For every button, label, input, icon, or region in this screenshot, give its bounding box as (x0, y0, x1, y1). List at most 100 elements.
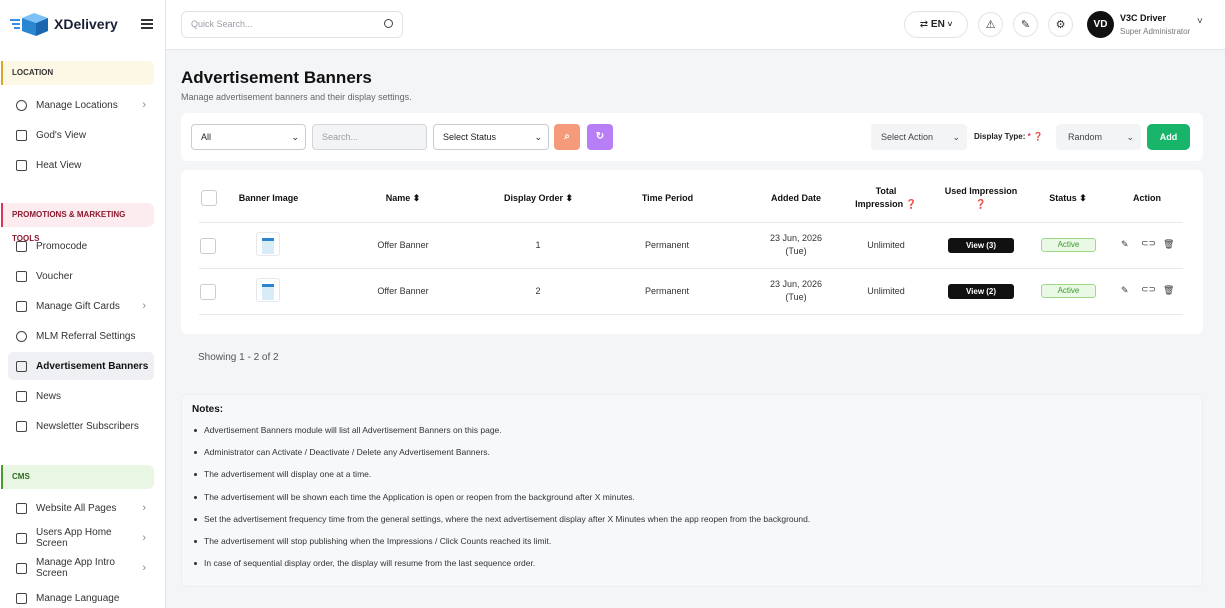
search-icon[interactable] (384, 19, 393, 28)
sidebar-item-label: MLM Referral Settings (36, 330, 136, 342)
th-status[interactable]: Status ⬍ (1033, 192, 1103, 205)
sidebar-item-heat-view[interactable]: Heat View (8, 151, 154, 179)
add-button[interactable]: Add (1147, 124, 1190, 150)
sidebar-item-label: News (36, 390, 62, 402)
chevron-down-icon[interactable]: ˅ (1197, 16, 1203, 27)
language-selector[interactable]: ⇄ EN ˅ (904, 11, 968, 38)
search-input[interactable]: Search... (312, 124, 427, 150)
top-bar: Quick Search... ⇄ EN ˅ ⚠ ✎ ⚙ VD V3C Driv… (166, 0, 1225, 50)
sidebar-item-voucher[interactable]: Voucher (8, 262, 154, 290)
required-asterisk: * (1027, 132, 1031, 141)
view-impressions-button[interactable]: View (2) (948, 284, 1014, 299)
translate-icon: ⇄ (919, 19, 929, 30)
sort-icon: ⬍ (412, 193, 421, 203)
language-code: EN (930, 19, 945, 30)
user-name[interactable]: V3C Driver (1120, 13, 1166, 23)
sidebar-item-manage-locations[interactable]: Manage Locations › (8, 91, 154, 119)
action-select[interactable]: Select Action ⌄ (871, 124, 967, 150)
sidebar-item-label: Manage Language (36, 592, 120, 604)
sidebar-item-label: Newsletter Subscribers (36, 420, 139, 432)
edit-icon[interactable]: ✎ (1121, 285, 1129, 296)
sidebar-item-label: God's View (36, 129, 87, 141)
browser-icon (16, 502, 27, 514)
chevron-down-icon: ˅ (947, 20, 953, 29)
search-placeholder: Search... (322, 132, 359, 142)
sidebar-item-app-intro[interactable]: Manage App Intro Screen › (8, 554, 154, 582)
display-type-select[interactable]: Random ⌄ (1056, 124, 1141, 150)
heat-map-icon (16, 159, 27, 171)
page-subtitle: Manage advertisement banners and their d… (181, 92, 412, 102)
sidebar-item-label: Voucher (36, 270, 73, 282)
chevron-right-icon: › (142, 532, 146, 544)
alert-icon[interactable]: ⚠ (978, 12, 1003, 37)
user-role: Super Administrator (1120, 27, 1191, 36)
sidebar-item-label: Manage App Intro Screen (36, 557, 115, 579)
th-used-impression: Used Impression ❓ (936, 185, 1026, 211)
category-select[interactable]: All ⌄ (191, 124, 306, 150)
cell-date: 23 Jun, 2026 (769, 279, 823, 289)
edit-icon[interactable]: ✎ (1121, 239, 1129, 250)
toggle-icon[interactable]: ⊂⊃ (1141, 238, 1156, 249)
sidebar-item-gods-view[interactable]: God's View (8, 121, 154, 149)
chevron-right-icon: › (142, 562, 146, 574)
reset-button[interactable]: ↻ (587, 124, 613, 150)
banner-thumbnail[interactable] (256, 278, 280, 302)
status-select[interactable]: Select Status ⌄ (433, 124, 549, 150)
action-select-value: Select Action (881, 132, 934, 142)
note-item: The advertisement will display one at a … (193, 469, 372, 479)
search-button[interactable]: ⌕ (554, 124, 580, 150)
app-logo[interactable]: XDelivery (10, 12, 118, 36)
th-total-impression-line2: Impression (855, 199, 904, 209)
th-display-order[interactable]: Display Order ⬍ (481, 192, 596, 205)
sidebar-item-newsletter-subscribers[interactable]: Newsletter Subscribers (8, 412, 154, 440)
user-avatar[interactable]: VD (1087, 11, 1114, 38)
status-badge: Active (1041, 284, 1096, 298)
help-icon[interactable]: ❓ (906, 199, 917, 209)
category-select-value: All (201, 132, 212, 142)
banners-table: Banner Image Name ⬍ Display Order ⬍ Time… (181, 170, 1203, 334)
cell-day: (Tue) (785, 246, 807, 256)
sidebar-item-label: Promocode (36, 240, 88, 252)
delete-icon[interactable]: 🗑 (1163, 239, 1174, 250)
cell-total-impression: Unlimited (867, 286, 905, 296)
edit-notes-icon[interactable]: ✎ (1013, 12, 1038, 37)
hamburger-menu-icon[interactable] (141, 19, 153, 29)
cell-name: Offer Banner (377, 286, 429, 296)
settings-icon[interactable]: ⚙ (1048, 12, 1073, 37)
row-checkbox[interactable] (200, 284, 216, 300)
cell-date: 23 Jun, 2026 (769, 233, 823, 243)
th-total-impression-line1: Total (875, 186, 897, 196)
help-icon[interactable]: ❓ (1033, 132, 1043, 141)
sidebar-item-promocode[interactable]: Promocode (8, 232, 154, 260)
language-icon (16, 592, 27, 604)
chevron-right-icon: › (142, 99, 146, 111)
th-total-impression: Total Impression ❓ (846, 185, 926, 211)
select-all-checkbox[interactable] (201, 190, 217, 206)
banner-thumbnail[interactable] (256, 232, 280, 256)
quick-search-input[interactable]: Quick Search... (181, 11, 403, 38)
sidebar-item-label: Manage Locations (36, 99, 118, 111)
th-banner-image: Banner Image (238, 193, 299, 203)
note-item: Advertisement Banners module will list a… (194, 425, 502, 435)
sidebar-item-mlm-referral[interactable]: MLM Referral Settings (8, 322, 154, 350)
help-icon[interactable]: ❓ (936, 198, 1026, 211)
th-name[interactable]: Name ⬍ (363, 192, 443, 205)
sidebar-item-label: Users App Home Screen (36, 527, 112, 549)
cell-day: (Tue) (785, 292, 807, 302)
sidebar-item-label: Advertisement Banners (36, 360, 149, 372)
sidebar-item-users-app-home[interactable]: Users App Home Screen › (8, 524, 154, 552)
sidebar-item-advertisement-banners[interactable]: Advertisement Banners (8, 352, 154, 380)
sidebar-item-website-pages[interactable]: Website All Pages › (8, 494, 154, 522)
th-status-label: Status (1049, 193, 1077, 203)
toggle-icon[interactable]: ⊂⊃ (1141, 284, 1156, 295)
display-type-label: Display Type: * ❓ (974, 132, 1043, 141)
delete-icon[interactable]: 🗑 (1163, 285, 1174, 296)
notes-panel: Notes: Advertisement Banners module will… (181, 394, 1203, 587)
view-impressions-button[interactable]: View (3) (948, 238, 1014, 253)
section-promotions: PROMOTIONS & MARKETING TOOLS (1, 203, 154, 243)
sidebar-item-gift-cards[interactable]: Manage Gift Cards › (8, 292, 154, 320)
sidebar-item-manage-language[interactable]: Manage Language (8, 584, 154, 608)
cell-total-impression: Unlimited (867, 240, 905, 250)
row-checkbox[interactable] (200, 238, 216, 254)
sidebar-item-news[interactable]: News (8, 382, 154, 410)
